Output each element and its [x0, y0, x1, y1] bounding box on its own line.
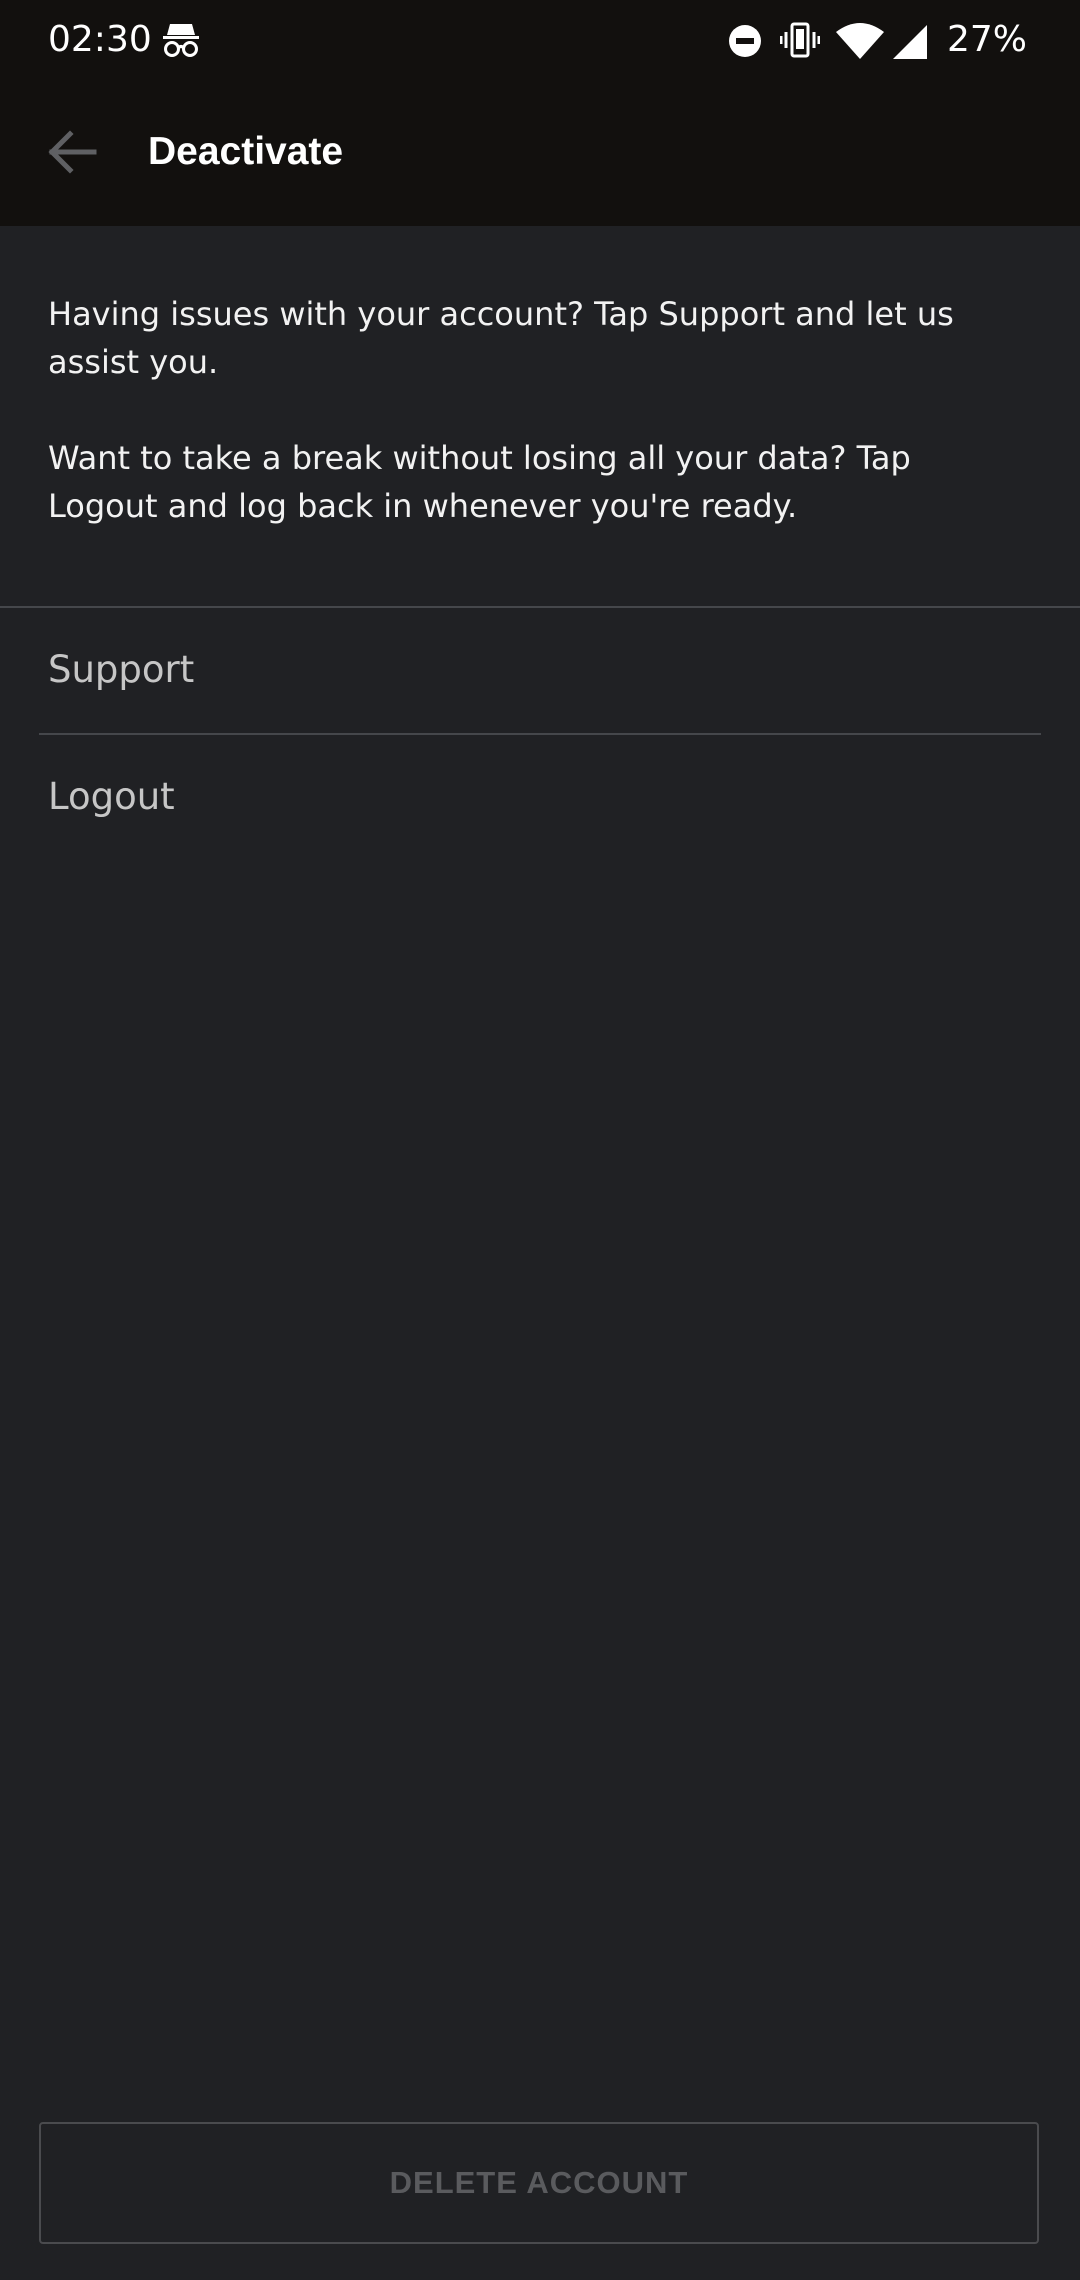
delete-account-label: DELETE ACCOUNT	[389, 2165, 689, 2200]
vibrate-icon	[780, 22, 820, 58]
logout-item[interactable]: Logout	[0, 735, 1080, 859]
do-not-disturb-icon	[729, 25, 761, 57]
status-bar: 02:30 27%	[0, 0, 1080, 80]
description-support: Having issues with your account? Tap Sup…	[48, 295, 954, 381]
support-label: Support	[48, 648, 195, 691]
delete-account-button[interactable]: DELETE ACCOUNT	[39, 2122, 1039, 2244]
support-item[interactable]: Support	[0, 608, 1080, 732]
status-icons: 27%	[720, 0, 1080, 80]
logout-label: Logout	[48, 775, 175, 818]
app-bar: Deactivate	[0, 80, 1080, 226]
wifi-icon	[836, 23, 884, 59]
arrow-back-icon	[48, 130, 97, 174]
incognito-icon	[163, 24, 199, 57]
status-time: 02:30	[48, 19, 152, 60]
deactivate-screen: 02:30 27% Deactivate Having issues with …	[0, 0, 1080, 2280]
back-button[interactable]	[36, 116, 108, 188]
page-title: Deactivate	[148, 130, 344, 173]
battery-percentage: 27%	[947, 19, 1028, 60]
description-logout: Want to take a break without losing all …	[48, 439, 911, 525]
description: Having issues with your account? Tap Sup…	[48, 290, 1008, 530]
signal-icon	[893, 25, 927, 59]
